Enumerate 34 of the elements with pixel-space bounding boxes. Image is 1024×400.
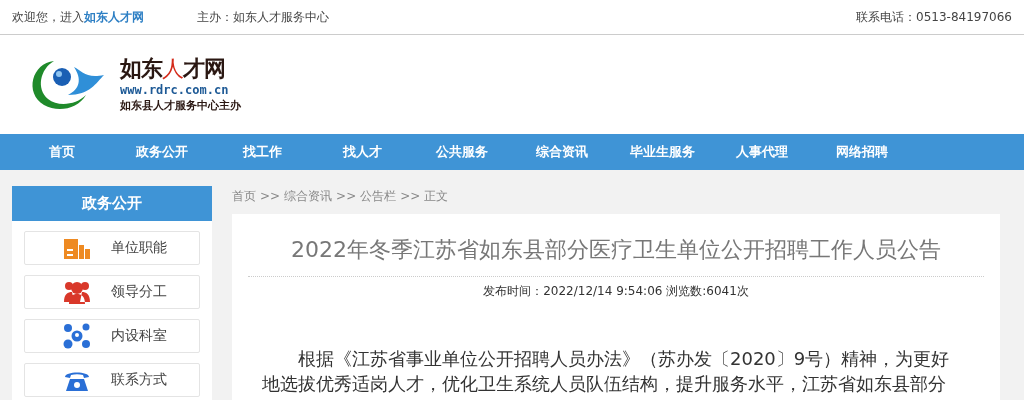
breadcrumb-link[interactable]: 综合资讯 bbox=[284, 187, 333, 205]
host-text: 主办：如东人才服务中心 bbox=[197, 8, 330, 26]
article-meta: 发布时间：2022/12/14 9:54:06 浏览数:6041次 bbox=[482, 283, 750, 300]
welcome-text: 欢迎您，进入 bbox=[12, 9, 84, 24]
nav-item[interactable]: 首页 bbox=[12, 134, 112, 170]
nav-item[interactable]: 综合资讯 bbox=[512, 134, 612, 170]
article-title: 2022年冬季江苏省如东县部分医疗卫生单位公开招聘工作人员公告 bbox=[290, 236, 942, 264]
breadcrumb-link[interactable]: 正文 bbox=[424, 187, 449, 205]
site-link[interactable]: 如东人才网 bbox=[84, 9, 144, 24]
phone-text: 联系电话：0513-84197066 bbox=[856, 8, 1012, 26]
building-icon bbox=[63, 237, 91, 259]
sidebar-item[interactable]: 单位职能 bbox=[24, 231, 200, 265]
sidebar-item[interactable]: 联系方式 bbox=[24, 363, 200, 397]
nav-item[interactable]: 毕业生服务 bbox=[612, 134, 712, 170]
sidebar-title: 政务公开 bbox=[12, 186, 212, 221]
nav-item[interactable]: 找工作 bbox=[212, 134, 312, 170]
logo-title: 如东人才网 bbox=[120, 55, 226, 82]
nav-item[interactable]: 找人才 bbox=[312, 134, 412, 170]
sidebar-item[interactable]: 领导分工 bbox=[24, 275, 200, 309]
sidebar-item[interactable]: 内设科室 bbox=[24, 319, 200, 353]
people-icon bbox=[63, 280, 91, 304]
network-icon bbox=[63, 323, 91, 349]
logo-subtitle: 如东县人才服务中心主办 bbox=[120, 97, 241, 114]
nav-item[interactable]: 人事代理 bbox=[712, 134, 812, 170]
article-paragraph: 根据《江苏省事业单位公开招聘人员办法》（苏办发〔2020〕9号）精神，为更好 地选拔优秀适岗人才，优化卫生系统人员队伍结构，提升服务水平，江苏省如东县部分 bbox=[261, 347, 951, 396]
breadcrumb-separator: >> bbox=[260, 189, 281, 203]
breadcrumb-link[interactable]: 首页 bbox=[232, 187, 256, 205]
logo-url: www.rdrc.com.cn bbox=[120, 81, 230, 98]
breadcrumb-separator: >> bbox=[336, 189, 357, 203]
breadcrumb-separator: >> bbox=[400, 189, 421, 203]
nav-item[interactable]: 政务公开 bbox=[112, 134, 212, 170]
breadcrumb-link[interactable]: 公告栏 bbox=[360, 187, 397, 205]
nav-item[interactable]: 网络招聘 bbox=[812, 134, 912, 170]
nav-item[interactable]: 公共服务 bbox=[412, 134, 512, 170]
